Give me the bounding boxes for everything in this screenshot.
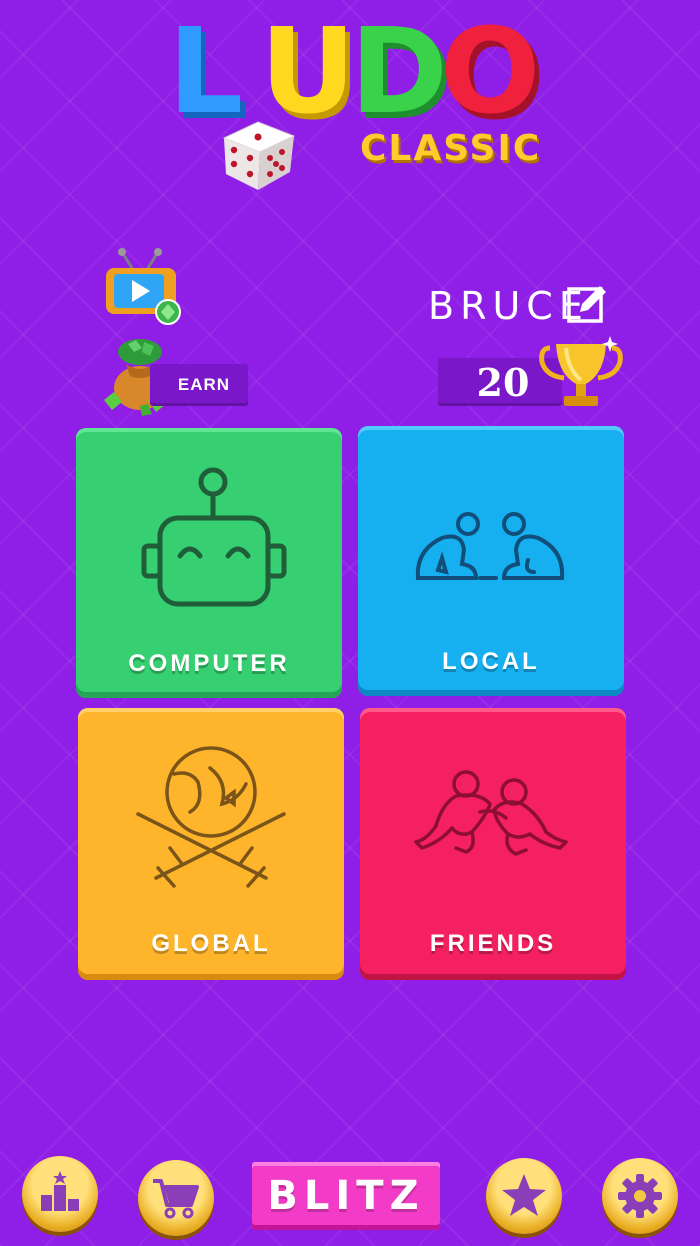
gear-icon [618, 1174, 662, 1218]
global-mode-label: GLOBAL [151, 930, 271, 957]
blitz-button[interactable]: BLITZ [252, 1162, 440, 1230]
dice-icon [222, 121, 296, 190]
trophy-icon [539, 336, 623, 406]
logo-letter-d: D [350, 2, 448, 140]
logo-letter-u: U [260, 2, 356, 140]
global-mode-tile[interactable]: GLOBAL [78, 708, 344, 980]
logo-subtitle: CLASSIC [360, 128, 542, 169]
friends-mode-tile[interactable]: FRIENDS [360, 708, 626, 980]
watch-video-tv-icon[interactable] [104, 246, 184, 330]
local-mode-tile[interactable]: LOCAL [358, 426, 624, 696]
settings-button[interactable] [602, 1158, 678, 1234]
leaderboard-icon [41, 1171, 79, 1211]
shop-button[interactable] [138, 1160, 214, 1236]
earn-button[interactable]: EARN [150, 364, 248, 406]
leaderboard-button[interactable] [22, 1156, 98, 1232]
edit-name-icon[interactable] [566, 282, 608, 324]
cart-icon [153, 1179, 199, 1219]
logo-letter-o: O [440, 2, 541, 140]
local-mode-label: LOCAL [442, 648, 540, 675]
computer-mode-tile[interactable]: COMPUTER [76, 428, 342, 698]
star-icon [502, 1174, 546, 1216]
player-name: BRUCE [428, 284, 589, 328]
favorites-button[interactable] [486, 1158, 562, 1234]
logo-letter-l: L [168, 2, 244, 140]
computer-mode-label: COMPUTER [128, 650, 290, 677]
friends-mode-label: FRIENDS [429, 930, 557, 957]
ludo-logo: L U D O CLASSIC [160, 10, 560, 190]
